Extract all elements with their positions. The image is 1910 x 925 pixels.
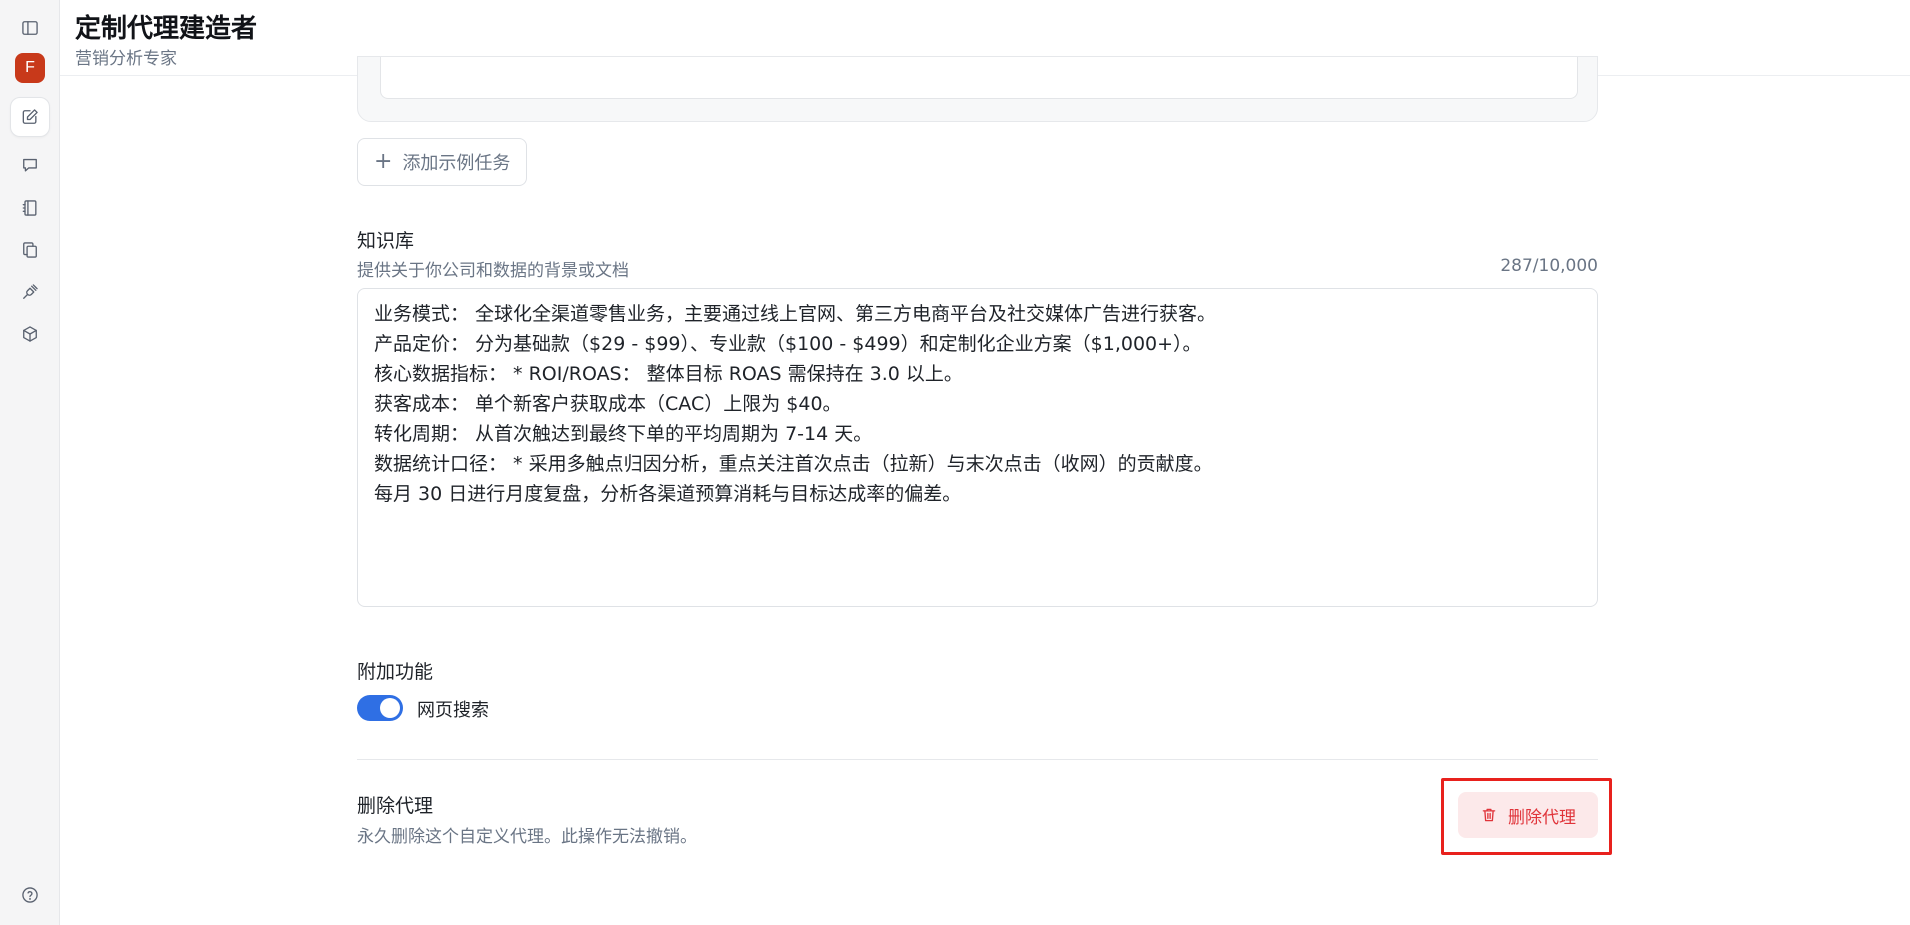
knowledge-base-textarea[interactable]: 业务模式： 全球化全渠道零售业务，主要通过线上官网、第三方电商平台及社交媒体广告… [357,288,1598,607]
knowledge-line: 转化周期： 从首次触达到最终下单的平均周期为 7-14 天。 [374,423,873,445]
knowledge-base-label: 知识库 [357,230,415,252]
delete-agent-description: 永久删除这个自定义代理。此操作无法撤销。 [357,827,697,847]
avatar[interactable]: F [15,53,45,83]
delete-agent-title: 删除代理 [357,795,434,817]
page-title: 定制代理建造者 [75,14,258,44]
sidebar-toggle-button[interactable] [10,8,50,48]
copy-icon [23,242,37,258]
sidebar-item-notebook[interactable] [10,188,50,228]
page-subtitle: 营销分析专家 [75,49,177,69]
knowledge-base-hint: 提供关于你公司和数据的背景或文档 [357,261,629,281]
knowledge-line: 数据统计口径： * 采用多触点归因分析，重点关注首次点击（拉新）与末次点击（收网… [374,453,1213,475]
delete-agent-button[interactable]: 删除代理 [1458,792,1598,838]
sidebar-item-chat[interactable] [10,145,50,185]
plus-icon: + [374,149,393,174]
example-task-input[interactable] [380,57,1578,99]
knowledge-line: 业务模式： 全球化全渠道零售业务，主要通过线上官网、第三方电商平台及社交媒体广告… [374,303,1217,325]
cube-icon [23,326,37,342]
addons-label: 附加功能 [357,661,434,683]
sidebar: F [0,0,60,925]
knowledge-base-char-count: 287/10,000 [1500,256,1598,276]
plug-icon [23,284,38,299]
add-example-task-label: 添加示例任务 [402,153,511,174]
add-example-task-button[interactable]: + 添加示例任务 [357,138,528,186]
help-button[interactable] [10,875,50,915]
knowledge-line: 每月 30 日进行月度复盘，分析各渠道预算消耗与目标达成率的偏差。 [374,483,962,505]
edit-icon [22,109,38,124]
section-divider [357,759,1598,760]
help-icon [22,887,38,903]
web-search-label: 网页搜索 [417,700,489,721]
example-task-card [357,56,1598,122]
toggle-knob [380,698,400,718]
trash-icon [1482,808,1496,822]
knowledge-line: 产品定价： 分为基础款（$29 - $99）、专业款（$100 - $499）和… [374,333,1202,355]
notebook-icon [22,200,37,216]
sidebar-item-models[interactable] [10,314,50,354]
knowledge-line: 获客成本： 单个新客户获取成本（CAC）上限为 $40。 [374,393,842,415]
sidebar-item-plugins[interactable] [10,272,50,312]
avatar-letter: F [25,59,35,76]
sidebar-item-copy[interactable] [10,230,50,270]
sidebar-item-edit[interactable] [10,97,50,137]
chat-icon [23,158,37,172]
delete-agent-button-label: 删除代理 [1508,807,1576,828]
knowledge-line: 核心数据指标： * ROI/ROAS： 整体目标 ROAS 需保持在 3.0 以… [374,363,963,385]
app-root: F 定制代理建造者 营销分析专家 + 添加示例任务 知识库 提供关于你公司和数据… [0,0,1910,925]
sidebar-toggle-icon [22,21,38,35]
web-search-toggle[interactable] [357,695,403,721]
